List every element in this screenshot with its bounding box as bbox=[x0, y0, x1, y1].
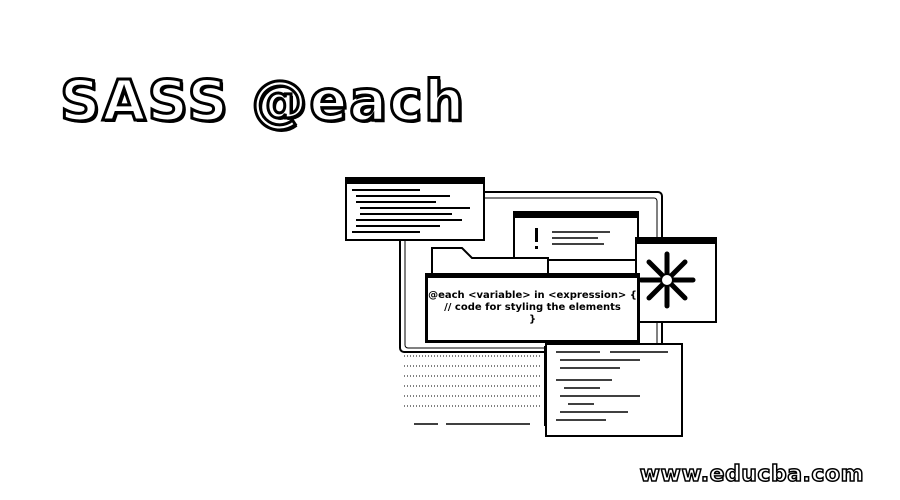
page-title: SASS @each bbox=[58, 69, 467, 134]
alert-window bbox=[513, 211, 639, 261]
code-snippet-box: @each <variable> in <expression> { // co… bbox=[425, 273, 640, 343]
code-window-bottom-right bbox=[545, 343, 683, 437]
watermark: www.educba.com bbox=[639, 462, 864, 487]
code-line-2: // code for styling the elements bbox=[444, 302, 621, 313]
code-line-1: @each <variable> in <expression> { bbox=[428, 290, 637, 301]
code-window-top-left bbox=[345, 177, 485, 241]
gear-window bbox=[635, 237, 717, 323]
code-line-3: } bbox=[528, 314, 537, 325]
